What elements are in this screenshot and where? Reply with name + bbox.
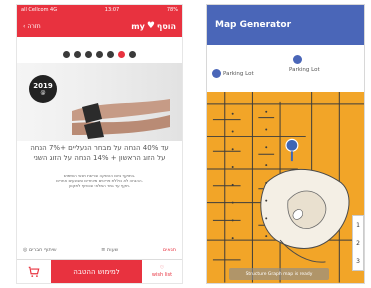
carousel-dots <box>17 51 182 58</box>
map-legend: Parking Lot Parking Lot <box>207 45 364 92</box>
parking-pin-icon <box>212 69 221 78</box>
promo-banner[interactable]: 2019 @ עד 40% הנחה על מבחר הנעליים +7% ה… <box>17 45 182 207</box>
promo-photo: 2019 @ <box>17 63 182 141</box>
heart-icon: ♥ <box>146 21 155 31</box>
legend-right-label: Parking Lot <box>289 67 320 73</box>
status-bar: all Cellcom 4G 13:07 78% <box>17 5 182 15</box>
ready-toast: Structure Graph map is ready <box>229 268 329 280</box>
floor-selector: 1 2 3 <box>352 215 364 271</box>
brand-logo: my ♥ הוסף <box>131 21 176 31</box>
map-title: Map Generator <box>215 20 292 30</box>
whatsapp-icon: ◎ <box>23 247 28 253</box>
heart-outline-icon: ♡ <box>159 265 165 271</box>
map-app-bar: Map Generator <box>207 5 364 45</box>
cart-icon <box>28 266 40 277</box>
info-tabs: ◎ שיתוף חברים ≡ שעות תנאים <box>17 243 182 257</box>
fine-line-3: תקף עד גמר המלאי ובכפוף לתקנון. <box>68 183 131 188</box>
tab-hours[interactable]: ≡ שעות <box>101 247 118 253</box>
brand-suffix: הוסף <box>156 21 176 31</box>
fine-print: בתוקף ביום ההשקה וברשת תנאי השימוש. ההנח… <box>25 173 174 188</box>
tab-share[interactable]: ◎ שיתוף חברים <box>23 247 56 253</box>
bottom-actions: למימוש ההטבה ♡ wish list <box>17 259 182 283</box>
chevron-left-icon: ‹ <box>23 22 26 30</box>
ready-toast-text: Structure Graph map is ready <box>245 271 313 277</box>
badge-sub: @ <box>40 90 46 96</box>
redeem-offer-label: למימוש ההטבה <box>73 267 120 276</box>
floor-2-button[interactable]: 2 <box>356 240 360 247</box>
carousel-dot[interactable] <box>85 51 92 58</box>
carousel-dot[interactable] <box>107 51 114 58</box>
back-label: חזרה <box>27 22 41 30</box>
right-phone-screenshot: Map Generator Parking Lot Parking Lot 1 … <box>206 4 365 284</box>
redeem-offer-button[interactable]: למימוש ההטבה <box>51 260 142 283</box>
carousel-dot[interactable] <box>63 51 70 58</box>
carousel-dot[interactable] <box>129 51 136 58</box>
year-badge: 2019 @ <box>29 75 57 103</box>
wishlist-label: wish list <box>151 272 173 278</box>
badge-year: 2019 <box>33 82 53 90</box>
carousel-dot[interactable] <box>74 51 81 58</box>
tab-terms[interactable]: תנאים <box>163 247 176 253</box>
back-button[interactable]: ‹ חזרה <box>23 23 41 30</box>
parking-pin-icon <box>293 55 302 64</box>
carrier-label: all Cellcom 4G <box>21 7 58 13</box>
legend-left-label: Parking Lot <box>223 71 254 77</box>
tab-hours-label: שעות <box>106 247 119 253</box>
tab-terms-label: תנאים <box>162 247 176 253</box>
left-phone-screenshot: all Cellcom 4G 13:07 78% ‹ חזרה my ♥ הוס… <box>16 4 183 284</box>
promo-line-2: על הזוג הראשון + 14% הנחה על הזוג השני <box>33 154 166 162</box>
wishlist-button[interactable]: ♡ wish list <box>142 260 182 283</box>
floor-3-button[interactable]: 3 <box>356 258 360 265</box>
app-bar: ‹ חזרה my ♥ הוסף <box>17 15 182 37</box>
floor-1-button[interactable]: 1 <box>356 222 360 229</box>
list-icon: ≡ <box>101 247 106 253</box>
time-label: 13:07 <box>104 7 120 13</box>
carousel-dot-active[interactable] <box>118 51 125 58</box>
legs-shoes-illustration <box>72 99 170 139</box>
floor-plan-map[interactable] <box>207 92 364 283</box>
brand-text: my <box>131 21 145 31</box>
battery-label: 78% <box>166 7 178 13</box>
cart-button[interactable] <box>17 260 51 283</box>
promo-text: עד 40% הנחה על מבחר הנעליים +7% הנחה על … <box>23 143 176 163</box>
tab-share-label: שיתוף חברים <box>28 247 57 253</box>
carousel-dot[interactable] <box>96 51 103 58</box>
promo-line-1: עד 40% הנחה על מבחר הנעליים +7% הנחה <box>30 144 169 152</box>
